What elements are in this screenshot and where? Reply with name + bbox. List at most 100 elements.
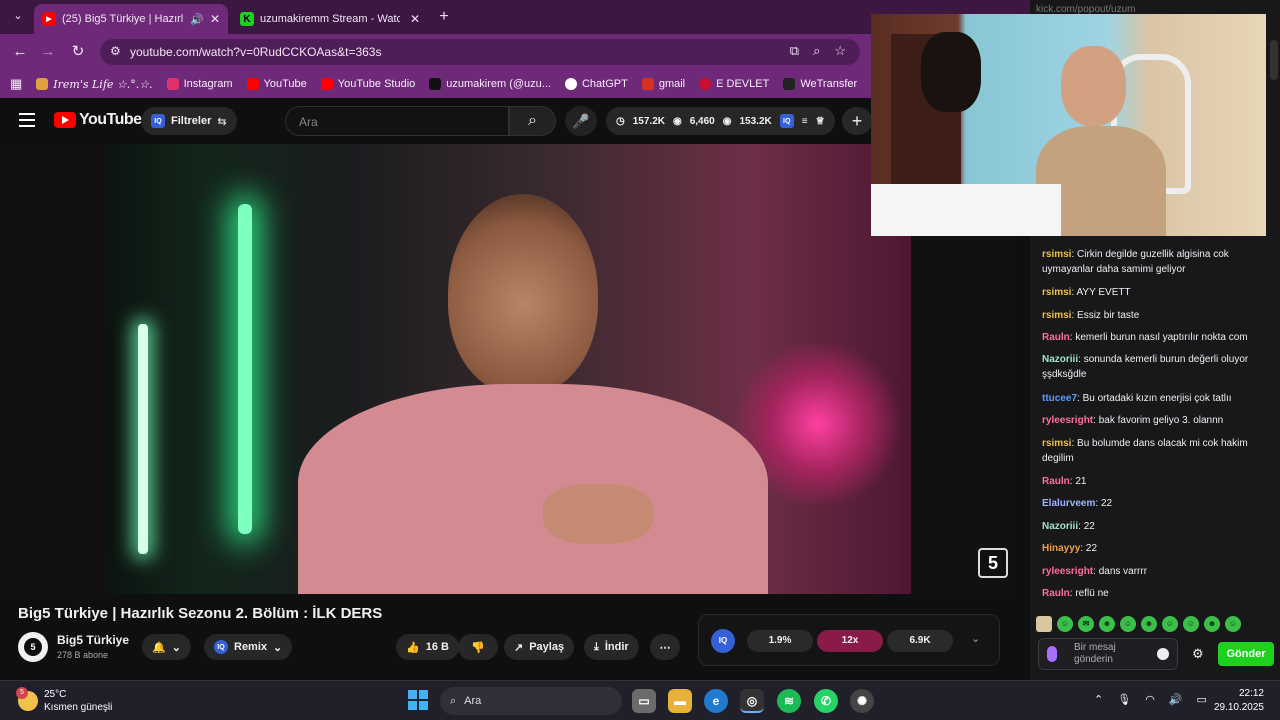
tab-youtube[interactable]: ▶ (25) Big5 Türkiye | Hazırlık S 🔊 ✕ <box>34 4 228 34</box>
bookmark-item[interactable]: uzumakirem (@uzu... <box>429 78 551 90</box>
clock[interactable]: 22:12 29.10.2025 <box>1214 687 1264 715</box>
emote-icon[interactable]: ☻ <box>1141 616 1157 632</box>
emote-icon[interactable] <box>1036 616 1052 632</box>
bookmark-label: YouTube Studio <box>337 78 416 90</box>
speaker-icon[interactable]: 🔊 <box>190 13 204 26</box>
search-input[interactable]: Ara <box>285 106 509 136</box>
close-icon[interactable]: ✕ <box>210 12 220 26</box>
bookmark-item[interactable]: Irem's Life ☆.°.☆. <box>36 78 153 91</box>
create-button[interactable]: + <box>842 107 872 135</box>
chat-username[interactable]: rsimsi <box>1042 310 1071 321</box>
emote-icon[interactable]: ☺ <box>1225 616 1241 632</box>
bookmark-item[interactable]: YouTube Studio <box>320 78 416 90</box>
voice-search-button[interactable]: 🎤 <box>565 106 597 136</box>
tiktok-icon <box>429 78 442 90</box>
emote-icon[interactable]: ✉ <box>1078 616 1094 632</box>
windows-start-icon[interactable] <box>408 690 428 710</box>
remix-button[interactable]: IQ Remix ⌄ <box>204 634 293 660</box>
chevron-down-icon[interactable]: ⌄ <box>971 632 980 645</box>
new-tab-icon[interactable]: + <box>434 7 454 27</box>
spotify-icon[interactable]: ≋ <box>777 689 801 713</box>
chatgpt-icon[interactable]: ✺ <box>850 689 874 713</box>
mic-icon[interactable] <box>1047 646 1057 662</box>
chat-username[interactable]: Nazoriii <box>1042 354 1078 365</box>
task-view-icon[interactable]: ▭ <box>632 689 656 713</box>
chat-username[interactable]: ryleesright <box>1042 566 1093 577</box>
eye-icon: ◉ <box>722 115 732 127</box>
reload-icon[interactable]: ↻ <box>68 42 88 62</box>
chat-text: Bu bolumde dans olacak mi cok hakim degi… <box>1042 438 1248 464</box>
emote-icon[interactable]: ☺ <box>1162 616 1178 632</box>
trophy-icon[interactable]: ♕ <box>816 116 825 127</box>
like-button[interactable]: 👍 16 B <box>396 634 459 660</box>
chevron-up-icon[interactable]: ⌃ <box>1094 693 1103 706</box>
file-explorer-icon[interactable]: ▬ <box>668 689 692 713</box>
weather-widget[interactable]: 5 25°C Kısmen güneşli <box>16 687 112 714</box>
chat-username[interactable]: Nazoriii <box>1042 521 1078 532</box>
chatgpt-icon <box>564 78 577 90</box>
channel-name[interactable]: Big5 Türkiye <box>57 633 129 647</box>
chat-username[interactable]: rsimsi <box>1042 249 1071 260</box>
chat-input[interactable]: Bir mesaj gönderin <box>1038 638 1178 670</box>
dislike-button[interactable]: 👎 <box>458 634 498 660</box>
tab-kick[interactable]: K uzumakiremm Stream - Watch ✕ <box>232 4 428 34</box>
emote-icon[interactable]: ☻ <box>1204 616 1220 632</box>
chat-username[interactable]: Rauln <box>1042 332 1070 343</box>
bookmark-item[interactable]: gmail <box>641 78 685 90</box>
url-field[interactable]: ⚙ youtube.com/watch?v=0RudCCKOAas&t=363s… <box>100 39 860 65</box>
emote-icon[interactable]: ☺ <box>1120 616 1136 632</box>
bookmark-star-icon[interactable]: ☆ <box>834 43 846 59</box>
youtube-logo[interactable]: YouTube TR <box>54 111 153 129</box>
wifi-icon[interactable]: ◠ <box>1145 693 1155 706</box>
bookmark-item[interactable]: YouTube <box>246 78 307 90</box>
edge-icon[interactable]: e <box>704 689 728 713</box>
chat-username[interactable]: Elalurveem <box>1042 498 1095 509</box>
back-icon[interactable]: ← <box>10 42 30 62</box>
more-button[interactable]: ⋯ <box>650 634 680 660</box>
whatsapp-icon[interactable]: ✆ <box>814 689 838 713</box>
emote-icon[interactable]: ☻ <box>1099 616 1115 632</box>
gear-icon[interactable]: ⚙ <box>1192 646 1204 662</box>
download-button[interactable]: ⤓ İndir <box>584 634 639 660</box>
zoom-icon[interactable]: ⌕ <box>813 43 820 59</box>
bookmark-item[interactable]: Instagram <box>166 78 233 90</box>
close-icon[interactable]: ✕ <box>410 12 420 26</box>
chat-text: Cirkin degilde guzellik algisina cok uym… <box>1042 249 1229 275</box>
iq-icon[interactable]: IQ <box>779 114 794 128</box>
send-button[interactable]: Gönder <box>1218 642 1274 666</box>
list-icon[interactable]: ≡ <box>802 116 808 127</box>
chat-username[interactable]: Rauln <box>1042 588 1070 599</box>
video-player[interactable]: 5 <box>0 144 1016 594</box>
chat-username[interactable]: ttucee7 <box>1042 393 1077 404</box>
taskbar-search[interactable]: ⌕ Ara <box>440 687 622 715</box>
tab-list-icon[interactable]: ⌄ <box>8 6 28 26</box>
filters-button[interactable]: IQ Filtreler ⇆ <box>141 107 237 135</box>
volume-icon[interactable]: 🔊 <box>1169 693 1183 706</box>
chat-scrollbar[interactable] <box>1270 40 1278 80</box>
chat-username[interactable]: rsimsi <box>1042 287 1071 298</box>
bookmark-item[interactable]: ChatGPT <box>564 78 628 90</box>
emoji-icon[interactable] <box>1157 648 1169 660</box>
apps-icon[interactable]: ▦ <box>10 76 22 92</box>
channel-avatar[interactable]: 5 <box>18 632 48 662</box>
notification-button[interactable]: 🔔 ⌄ <box>142 634 191 660</box>
emote-icon[interactable]: ☺ <box>1183 616 1199 632</box>
bookmark-item[interactable]: E DEVLET <box>699 78 769 90</box>
chat-username[interactable]: Hinayyy <box>1042 543 1080 554</box>
install-icon[interactable]: ⧉ <box>790 43 799 59</box>
site-info-icon[interactable]: ⚙ <box>110 44 121 58</box>
chrome-icon[interactable]: ◎ <box>740 689 764 713</box>
menu-icon[interactable] <box>19 113 35 127</box>
share-button[interactable]: ↗ Paylaş <box>504 634 575 660</box>
search-button[interactable]: ⌕ <box>509 106 556 136</box>
battery-icon[interactable]: ▭ <box>1197 693 1207 706</box>
chat-username[interactable]: ryleesright <box>1042 415 1093 426</box>
mic-icon[interactable]: 🎙 <box>1117 693 1131 706</box>
subject-head <box>448 194 598 394</box>
bookmark-item[interactable]: WeTransfer <box>783 78 857 90</box>
iq-icon[interactable]: IQ <box>711 629 735 653</box>
chat-username[interactable]: rsimsi <box>1042 438 1071 449</box>
forward-icon[interactable]: → <box>38 42 58 62</box>
chat-username[interactable]: Rauln <box>1042 476 1070 487</box>
emote-icon[interactable]: ☺ <box>1057 616 1073 632</box>
